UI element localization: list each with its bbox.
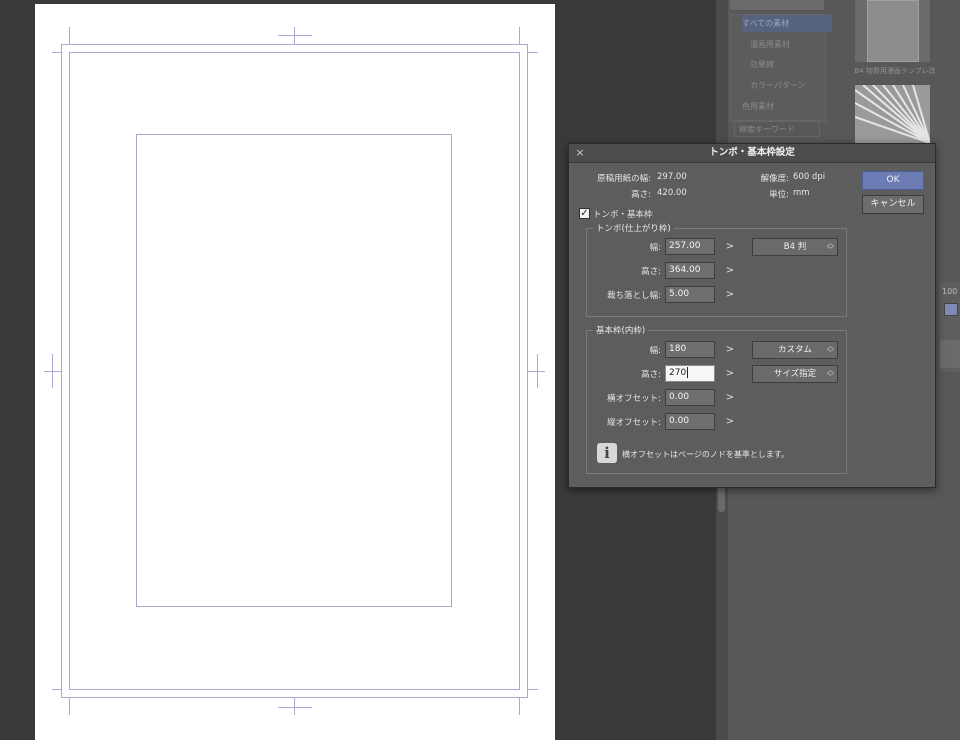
crop-mark-bottom-right-v bbox=[519, 698, 520, 715]
material-search-keyword[interactable]: 検索キーワード bbox=[734, 120, 820, 137]
basic-height-field[interactable]: 270 bbox=[665, 365, 715, 382]
crop-mark-top-right-v bbox=[519, 27, 520, 44]
panel-top-strip bbox=[730, 0, 824, 10]
basic-frame-group-title: 基本枠(内枠) bbox=[593, 324, 649, 336]
ok-button[interactable]: OK bbox=[862, 171, 924, 190]
trim-group-title: トンボ(仕上がり枠) bbox=[593, 222, 674, 234]
crop-mark-right-center-v bbox=[537, 354, 538, 388]
enable-label[interactable]: トンボ・基本枠 bbox=[593, 208, 653, 220]
crop-mark-bottom-left-v bbox=[69, 698, 70, 715]
chevron-right-icon[interactable]: > bbox=[725, 365, 735, 382]
trim-preset-select[interactable]: B4 判 ︿ ﹀ bbox=[752, 238, 838, 256]
crop-mark-bottom-center-v bbox=[294, 698, 295, 715]
chevron-right-icon[interactable]: > bbox=[725, 413, 735, 430]
material-thumbnail-effect-lines[interactable] bbox=[855, 85, 930, 143]
vertical-offset-field[interactable]: 0.00 bbox=[665, 413, 715, 430]
material-tree-item[interactable]: カラーパターン bbox=[750, 77, 840, 94]
crop-mark-top-center-v bbox=[294, 27, 295, 44]
material-tree-item[interactable]: 漫画用素材 bbox=[750, 36, 840, 53]
size-mode-value: サイズ指定 bbox=[773, 369, 817, 379]
cancel-button[interactable]: キャンセル bbox=[862, 195, 924, 214]
material-tree-item[interactable]: 効果線 bbox=[750, 56, 840, 73]
basic-height-value: 270 bbox=[669, 368, 687, 378]
chevron-right-icon[interactable]: > bbox=[725, 286, 735, 303]
info-icon: i bbox=[597, 443, 617, 463]
unit-label: 単位: bbox=[769, 190, 789, 200]
trim-preset-value: B4 判 bbox=[783, 242, 807, 252]
resolution-label: 解像度: bbox=[760, 174, 789, 184]
material-tree-item[interactable]: すべての素材 bbox=[742, 15, 832, 32]
crop-mark-top-left-h bbox=[52, 52, 61, 53]
material-tree-item[interactable]: 色用素材 bbox=[742, 98, 832, 115]
basic-width-field[interactable]: 180 bbox=[665, 341, 715, 358]
paper-height-label: 高さ: bbox=[631, 190, 651, 200]
paper-width-label: 原稿用紙の幅: bbox=[597, 174, 651, 184]
basic-width-label: 幅: bbox=[649, 346, 661, 356]
crop-mark-top-center-h bbox=[278, 35, 312, 36]
crop-mark-bottom-right-h bbox=[528, 689, 538, 690]
vertical-offset-label: 縦オフセット: bbox=[607, 418, 661, 428]
basic-frame bbox=[136, 134, 452, 607]
chevron-right-icon[interactable]: > bbox=[725, 238, 735, 255]
horizontal-offset-label: 横オフセット: bbox=[607, 394, 661, 404]
resolution-value: 600 dpi bbox=[793, 172, 826, 182]
text-caret bbox=[687, 367, 689, 378]
crop-mark-left-center-v bbox=[52, 354, 53, 388]
enable-checkbox[interactable]: ✓ bbox=[579, 208, 590, 219]
close-icon[interactable]: × bbox=[573, 144, 587, 162]
basic-height-label: 高さ: bbox=[641, 370, 661, 380]
crop-mark-top-right-h bbox=[528, 52, 538, 53]
unit-value: mm bbox=[793, 188, 810, 198]
crop-mark-bottom-left-h bbox=[52, 689, 61, 690]
size-mode-select[interactable]: サイズ指定 ︿ ﹀ bbox=[752, 365, 838, 383]
crop-mark-settings-dialog: トンボ・基本枠設定 × 原稿用紙の幅: 297.00 高さ: 420.00 解像… bbox=[568, 143, 936, 488]
horizontal-offset-field[interactable]: 0.00 bbox=[665, 389, 715, 406]
trim-height-field[interactable]: 364.00 bbox=[665, 262, 715, 279]
side-layer-row[interactable] bbox=[940, 340, 960, 368]
paper-width-value: 297.00 bbox=[657, 172, 687, 182]
bleed-label: 裁ち落とし幅: bbox=[607, 291, 661, 301]
trim-width-field[interactable]: 257.00 bbox=[665, 238, 715, 255]
basic-preset-value: カスタム bbox=[777, 345, 812, 355]
dialog-title: トンボ・基本枠設定 bbox=[569, 144, 935, 163]
crop-mark-top-left-v bbox=[69, 27, 70, 44]
chevron-right-icon[interactable]: > bbox=[725, 262, 735, 279]
updown-icon: ︿ ﹀ bbox=[827, 239, 834, 254]
side-value: 100 bbox=[942, 287, 958, 296]
trim-width-label: 幅: bbox=[649, 243, 661, 253]
canvas-area[interactable] bbox=[0, 0, 555, 740]
crop-mark-bottom-center-h bbox=[278, 707, 312, 708]
material-thumbnail-label: B4 物質用漫画テンプレ改 bbox=[854, 67, 936, 75]
bleed-field[interactable]: 5.00 bbox=[665, 286, 715, 303]
trim-height-label: 高さ: bbox=[641, 267, 661, 277]
side-layer-swatch[interactable] bbox=[944, 303, 958, 316]
material-thumbnail[interactable] bbox=[855, 0, 930, 62]
offset-note: 横オフセットはページのノドを基準とします。 bbox=[622, 450, 790, 459]
paper-height-value: 420.00 bbox=[657, 188, 687, 198]
updown-icon: ︿ ﹀ bbox=[827, 342, 834, 357]
chevron-right-icon[interactable]: > bbox=[725, 389, 735, 406]
chevron-right-icon[interactable]: > bbox=[725, 341, 735, 358]
effect-lines-icon bbox=[855, 85, 930, 143]
updown-icon: ︿ ﹀ bbox=[827, 366, 834, 381]
basic-preset-select[interactable]: カスタム ︿ ﹀ bbox=[752, 341, 838, 359]
